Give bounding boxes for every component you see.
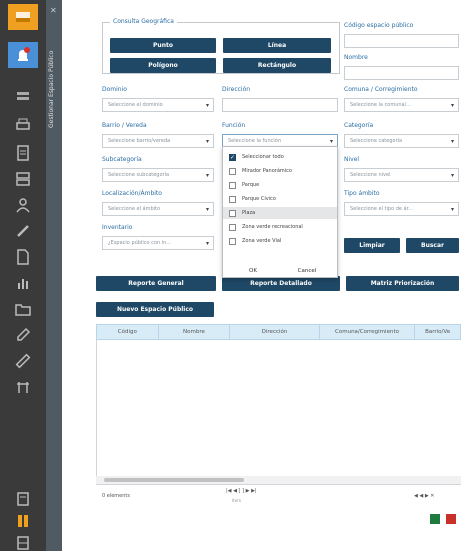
dropdown-option[interactable]: Zona verde Vial — [223, 235, 337, 247]
dominio-select[interactable]: Seleccione el dominio ▾ — [102, 98, 214, 112]
dropdown-option[interactable]: ✓ Seleccionar todo — [223, 151, 337, 163]
checkbox-icon[interactable] — [229, 181, 236, 189]
element-count: 0 elements — [102, 493, 130, 499]
checkbox-icon[interactable] — [229, 195, 236, 203]
inventario-select[interactable]: ¿Espacio público con in... ▾ — [102, 236, 214, 250]
chevron-down-icon: ▾ — [205, 240, 209, 247]
matriz-priorizacion-button[interactable]: Matriz Priorización — [346, 276, 459, 291]
ruler-icon[interactable] — [8, 348, 38, 374]
funcion-label: Función — [222, 122, 246, 129]
results-grid-header: Código Nombre Dirección Comuna/Corregimi… — [96, 324, 461, 340]
limpiar-button[interactable]: Limpiar — [344, 238, 400, 253]
comuna-select[interactable]: Seleccione la comuna/... ▾ — [344, 98, 459, 112]
comuna-label: Comuna / Corregimiento — [344, 86, 418, 93]
column-header-direccion[interactable]: Dirección — [230, 325, 320, 339]
dropdown-ok-button[interactable]: OK — [233, 265, 273, 277]
chevron-down-icon: ▾ — [205, 138, 209, 145]
direccion-label: Dirección — [222, 86, 251, 93]
pager-nav[interactable]: ◀ ◀ ▶ ✕ — [414, 493, 435, 499]
chevron-down-icon: ▾ — [205, 172, 209, 179]
results-grid-body — [96, 340, 461, 476]
dropdown-option[interactable]: Zona verde recreacional — [223, 221, 337, 233]
nombre-input[interactable] — [344, 66, 459, 80]
folder-icon[interactable] — [8, 296, 38, 322]
chevron-down-icon: ▾ — [450, 206, 454, 213]
reporte-general-button[interactable]: Reporte General — [96, 276, 216, 291]
alert-icon[interactable] — [8, 42, 38, 68]
server-icon[interactable] — [8, 166, 38, 192]
nivel-select[interactable]: Seleccione nivel ▾ — [344, 168, 459, 182]
user-icon[interactable] — [8, 192, 38, 218]
tipo-label: Tipo ámbito — [344, 190, 380, 197]
subcategoria-select[interactable]: Seleccione subcategoría ▾ — [102, 168, 214, 182]
pen-icon[interactable] — [8, 218, 38, 244]
categoria-select[interactable]: Seleccione categoría ▾ — [344, 134, 459, 148]
chart-icon[interactable] — [8, 270, 38, 296]
checkbox-icon[interactable] — [229, 237, 236, 245]
grid-icon[interactable] — [8, 530, 38, 556]
rectangulo-button[interactable]: Rectángulo — [223, 58, 331, 73]
chevron-down-icon: ▾ — [205, 206, 209, 213]
poligono-button[interactable]: Polígono — [110, 58, 216, 73]
chevron-down-icon: ▾ — [450, 102, 454, 109]
column-header-comuna[interactable]: Comuna/Corregimiento — [320, 325, 416, 339]
checkbox-checked-icon[interactable]: ✓ — [229, 153, 236, 161]
dropdown-option[interactable]: Mirador Panorámico — [223, 165, 337, 177]
sidebar: ✕ Gestionar Espacio Público — [0, 0, 62, 551]
table-icon[interactable] — [8, 374, 38, 400]
localizacion-select[interactable]: Seleccione el ámbito ▾ — [102, 202, 214, 216]
nombre-label: Nombre — [344, 54, 368, 61]
chevron-down-icon: ▾ — [450, 138, 454, 145]
close-icon[interactable]: ✕ — [50, 6, 57, 15]
excel-icon[interactable] — [430, 514, 440, 524]
chevron-down-icon: ▾ — [450, 172, 454, 179]
app-icon[interactable] — [8, 4, 38, 30]
page-sub-label: Item — [232, 498, 242, 503]
panel-label: Gestionar Espacio Público — [48, 50, 55, 128]
direccion-input[interactable] — [222, 98, 338, 112]
barrio-label: Barrio / Vereda — [102, 122, 147, 129]
dropdown-option[interactable]: Parque Cívico — [223, 193, 337, 205]
nuevo-espacio-publico-button[interactable]: Nuevo Espacio Público — [96, 302, 214, 317]
categoria-label: Categoría — [344, 122, 374, 129]
dropdown-option[interactable]: Plaza — [223, 207, 337, 219]
printer-icon[interactable] — [8, 112, 38, 138]
localizacion-label: Localización/Ámbito — [102, 190, 162, 197]
subcategoria-label: Subcategoría — [102, 156, 142, 163]
layers-icon[interactable] — [8, 84, 38, 110]
column-header-codigo[interactable]: Código — [97, 325, 159, 339]
pager: 0 elements |◀ ◀ [ ] ▶ ▶| Item ◀ ◀ ▶ ✕ — [96, 484, 461, 508]
dropdown-option[interactable]: Parque — [223, 179, 337, 191]
barrio-select[interactable]: Seleccione barrio/vereda ▾ — [102, 134, 214, 148]
page-controls[interactable]: |◀ ◀ [ ] ▶ ▶| — [226, 488, 257, 494]
report-icon[interactable] — [8, 140, 38, 166]
column-header-barrio[interactable]: Barrio/Ve — [415, 325, 460, 339]
column-header-nombre[interactable]: Nombre — [159, 325, 231, 339]
buscar-button[interactable]: Buscar — [406, 238, 459, 253]
chevron-down-icon: ▾ — [329, 138, 333, 145]
codigo-label: Código espacio público — [344, 22, 414, 29]
codigo-input[interactable] — [344, 34, 459, 48]
linea-button[interactable]: Línea — [223, 38, 331, 53]
checkbox-icon[interactable] — [229, 223, 236, 231]
tipo-select[interactable]: Seleccione el tipo de ár... ▾ — [344, 202, 459, 216]
reporte-detallado-button[interactable]: Reporte Detallado — [222, 276, 340, 291]
geo-query-legend: Consulta Geográfica — [110, 18, 177, 25]
punto-button[interactable]: Punto — [110, 38, 216, 53]
chevron-down-icon: ▾ — [205, 102, 209, 109]
nivel-label: Nivel — [344, 156, 360, 163]
pdf-icon[interactable] — [446, 514, 456, 524]
checkbox-icon[interactable] — [229, 209, 236, 217]
dominio-label: Dominio — [102, 86, 127, 93]
document-icon[interactable] — [8, 244, 38, 270]
funcion-dropdown: ✓ Seleccionar todo Mirador Panorámico Par… — [222, 146, 338, 278]
horizontal-scrollbar[interactable] — [96, 476, 461, 484]
edit-icon[interactable] — [8, 322, 38, 348]
checkbox-icon[interactable] — [229, 167, 236, 175]
inventario-label: Inventario — [102, 224, 133, 231]
dropdown-cancel-button[interactable]: Cancel — [285, 265, 329, 277]
scrollbar-thumb[interactable] — [104, 478, 244, 482]
